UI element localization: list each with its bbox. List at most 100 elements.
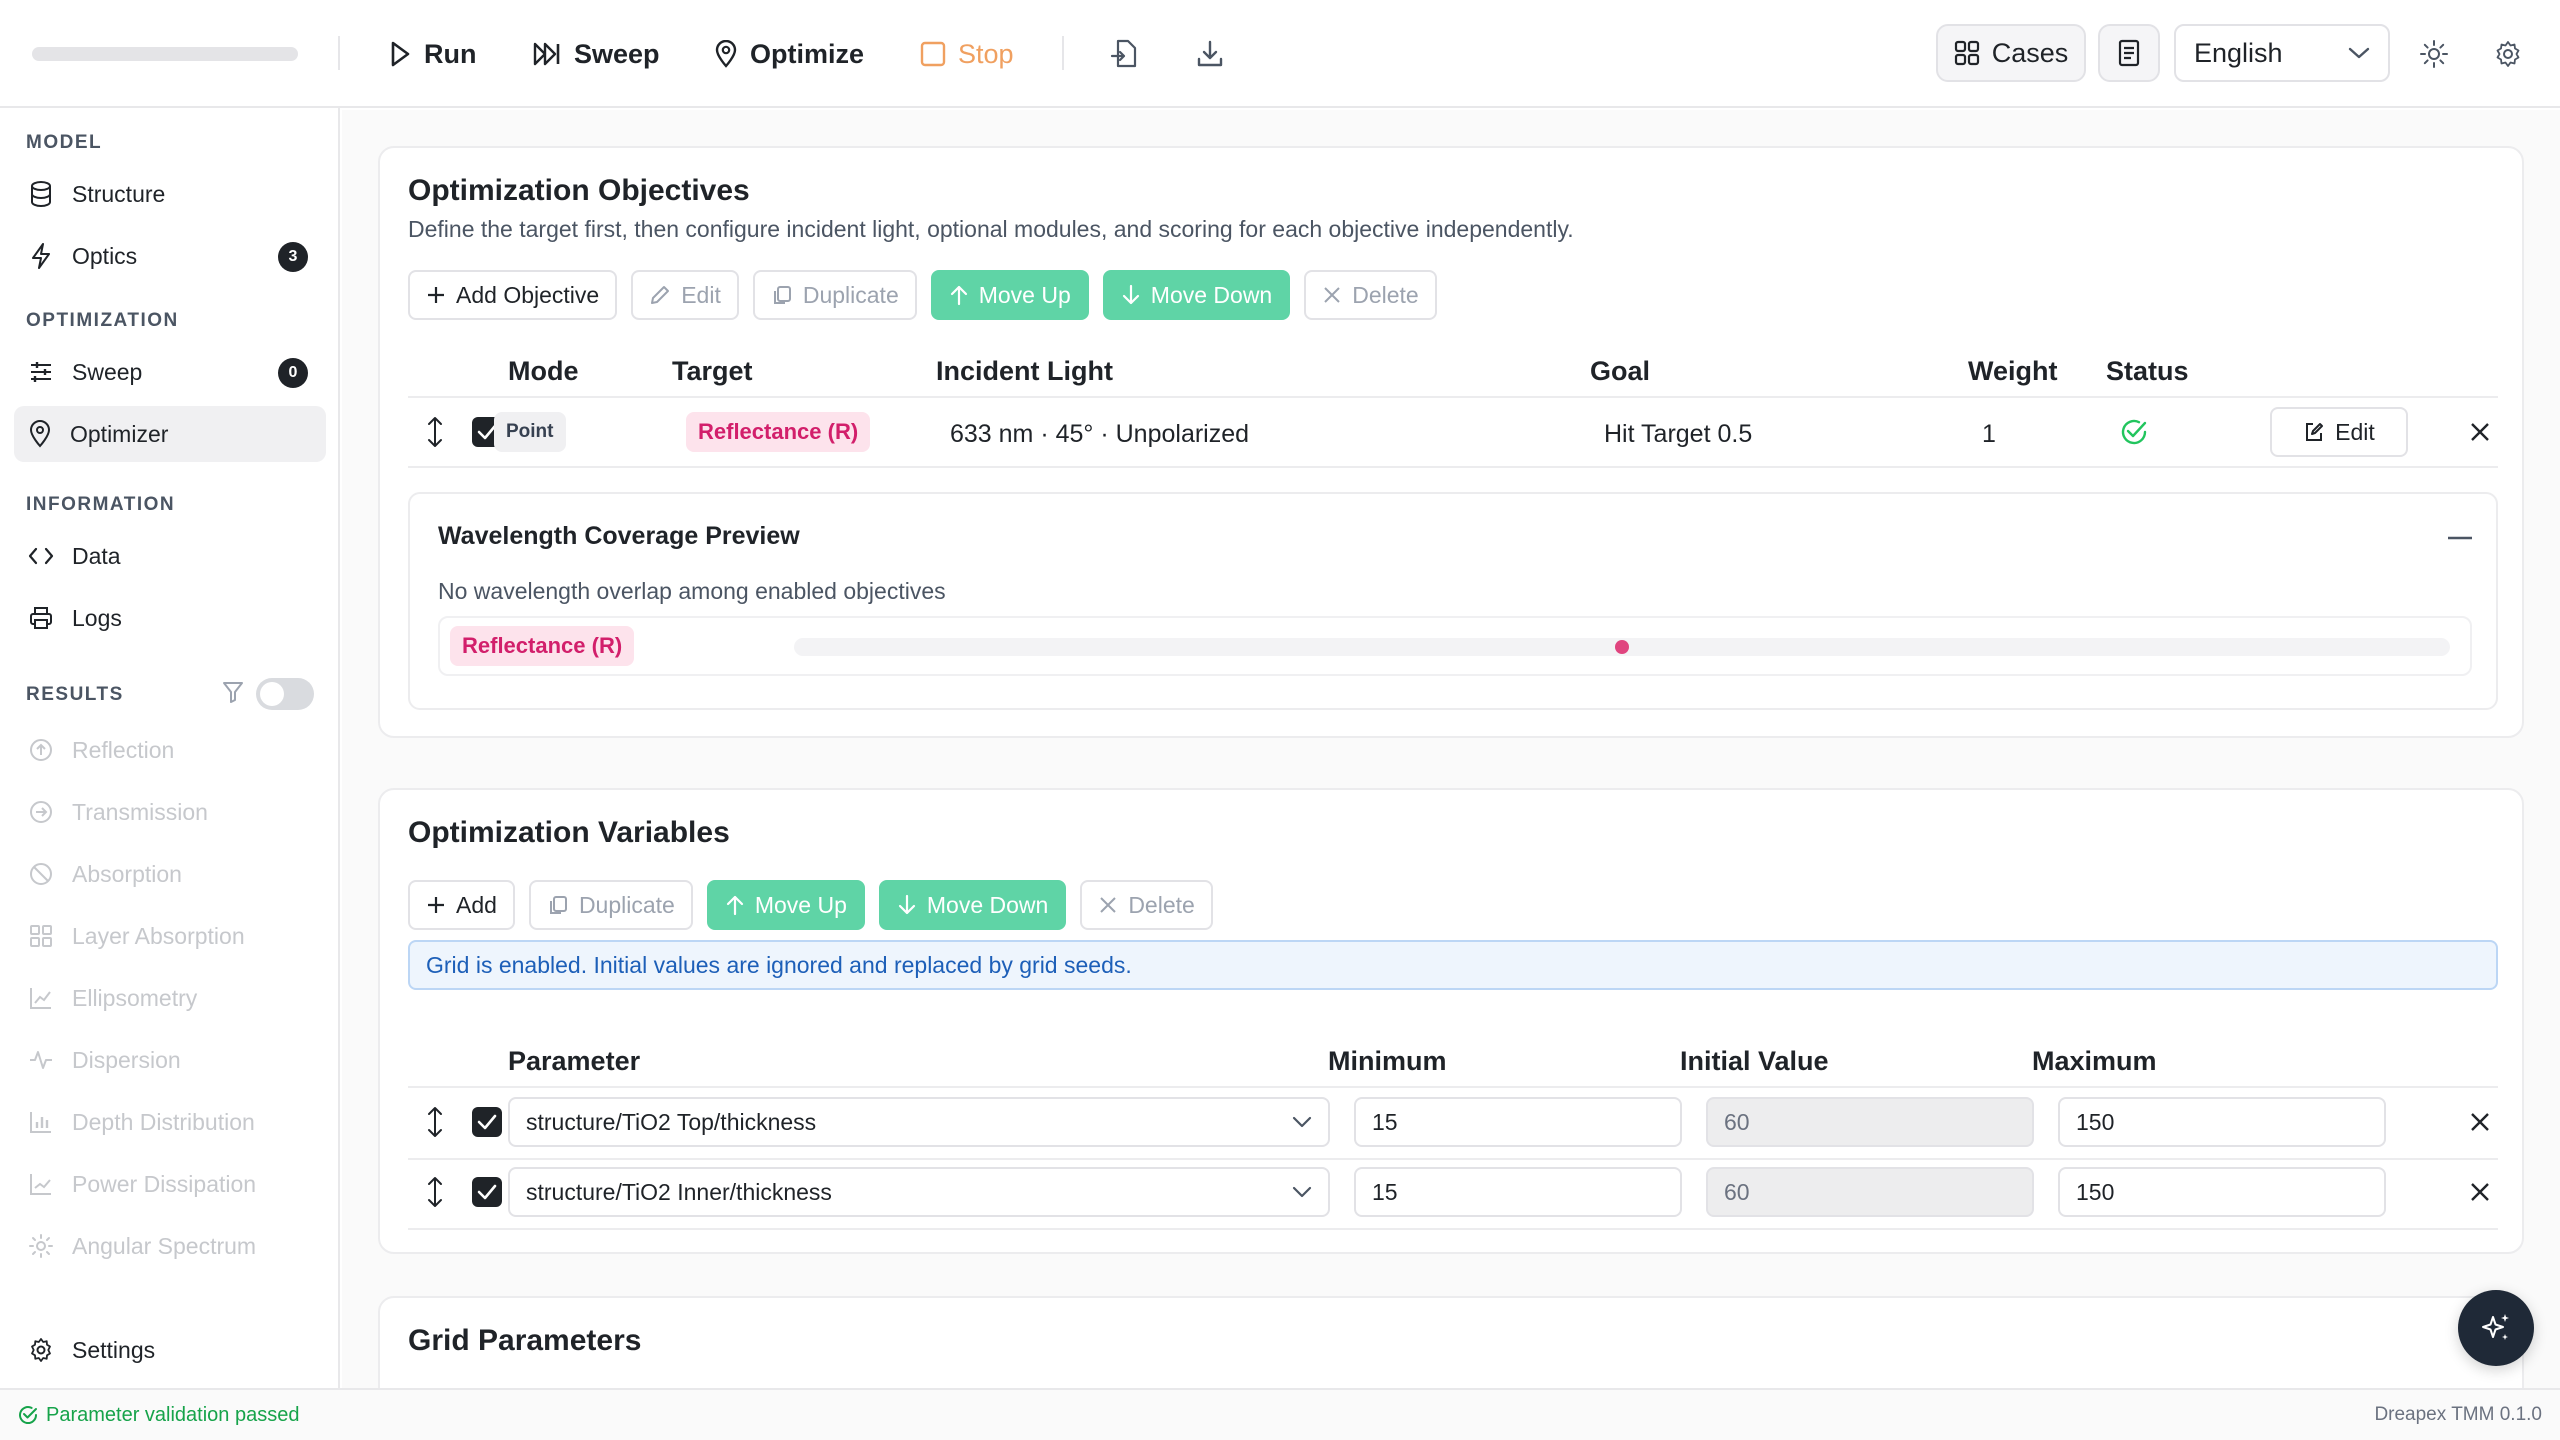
sidebar-item-optimizer[interactable]: Optimizer bbox=[14, 406, 326, 462]
stop-button[interactable]: Stop bbox=[920, 30, 1014, 78]
cases-button[interactable]: Cases bbox=[1936, 24, 2086, 82]
sidebar-item-label: Dispersion bbox=[72, 1046, 181, 1073]
add-variable-button[interactable]: Add bbox=[408, 880, 515, 930]
language-select[interactable]: English bbox=[2174, 24, 2390, 82]
sidebar-item-logs[interactable]: Logs bbox=[14, 590, 326, 646]
sidebar-item-dispersion[interactable]: Dispersion bbox=[14, 1032, 326, 1088]
move-up-objective-button[interactable]: Move Up bbox=[930, 270, 1089, 320]
move-up-variable-label: Move Up bbox=[754, 891, 847, 918]
drag-handle-icon[interactable] bbox=[424, 1176, 446, 1208]
minimum-input[interactable]: 15 bbox=[1354, 1167, 1682, 1217]
sidebar-item-optics[interactable]: Optics 3 bbox=[14, 228, 326, 284]
sidebar-item-structure[interactable]: Structure bbox=[14, 166, 326, 222]
sidebar-item-sweep[interactable]: Sweep 0 bbox=[14, 344, 326, 400]
notes-button[interactable] bbox=[2098, 24, 2160, 82]
sidebar: MODEL Structure Optics 3 OPTIMIZATION Sw… bbox=[0, 108, 340, 1414]
target-chip: Reflectance (R) bbox=[686, 412, 871, 452]
bar-chart-icon bbox=[28, 1109, 54, 1135]
app-version: Dreapex TMM 0.1.0 bbox=[2374, 1404, 2542, 1425]
document-icon bbox=[2117, 39, 2141, 67]
sidebar-item-ellipsometry[interactable]: Ellipsometry bbox=[14, 970, 326, 1026]
sidebar-item-label: Reflection bbox=[72, 736, 175, 763]
delete-variable-button[interactable]: Delete bbox=[1080, 880, 1213, 930]
optimize-label: Optimize bbox=[750, 38, 865, 69]
add-variable-label: Add bbox=[456, 891, 497, 918]
delete-objective-button[interactable]: Delete bbox=[1304, 270, 1437, 320]
maximum-input[interactable]: 150 bbox=[2058, 1167, 2386, 1217]
filter-icon[interactable] bbox=[222, 680, 244, 704]
sidebar-item-power-dissipation[interactable]: Power Dissipation bbox=[14, 1156, 326, 1212]
file-import-icon[interactable] bbox=[1104, 34, 1144, 74]
gear-icon bbox=[28, 1337, 54, 1363]
maximum-input[interactable]: 150 bbox=[2058, 1097, 2386, 1147]
download-icon[interactable] bbox=[1190, 34, 1230, 74]
move-up-variable-button[interactable]: Move Up bbox=[706, 880, 865, 930]
sparkles-icon bbox=[2479, 1311, 2513, 1345]
sidebar-item-absorption[interactable]: Absorption bbox=[14, 846, 326, 902]
remove-objective-icon[interactable] bbox=[2464, 416, 2496, 448]
table-divider bbox=[408, 396, 2498, 398]
code-icon bbox=[28, 544, 54, 568]
sidebar-item-angular-spectrum[interactable]: Angular Spectrum bbox=[14, 1218, 326, 1274]
chevron-down-icon bbox=[1292, 1186, 1312, 1198]
move-down-objective-button[interactable]: Move Down bbox=[1102, 270, 1291, 320]
initial-value-input: 60 bbox=[1706, 1167, 2034, 1217]
move-down-variable-button[interactable]: Move Down bbox=[878, 880, 1067, 930]
minimum-input[interactable]: 15 bbox=[1354, 1097, 1682, 1147]
variable-enabled-checkbox[interactable] bbox=[472, 1107, 502, 1137]
sidebar-item-reflection[interactable]: Reflection bbox=[14, 722, 326, 778]
stop-square-icon bbox=[920, 41, 946, 67]
run-button[interactable]: Run bbox=[388, 30, 476, 78]
lightning-icon bbox=[28, 242, 54, 270]
incident-light-value: 633 nm · 45° · Unpolarized bbox=[950, 420, 1250, 448]
sweep-button[interactable]: Sweep bbox=[532, 30, 660, 78]
sidebar-item-label: Settings bbox=[72, 1336, 156, 1363]
delete-objective-label: Delete bbox=[1352, 281, 1419, 308]
coverage-row: Reflectance (R) bbox=[438, 616, 2472, 676]
variables-title: Optimization Variables bbox=[408, 816, 730, 849]
parameter-select[interactable]: structure/TiO2 Inner/thickness bbox=[508, 1167, 1330, 1217]
cases-label: Cases bbox=[1991, 37, 2069, 68]
arrow-up-icon bbox=[949, 284, 969, 306]
move-down-variable-label: Move Down bbox=[926, 891, 1049, 918]
arrow-down-icon bbox=[897, 894, 917, 916]
duplicate-variable-button[interactable]: Duplicate bbox=[528, 880, 693, 930]
run-label: Run bbox=[424, 38, 477, 69]
move-up-objective-label: Move Up bbox=[978, 281, 1071, 308]
drag-handle-icon[interactable] bbox=[424, 1106, 446, 1138]
column-header-status: Status bbox=[2106, 356, 2189, 386]
remove-variable-icon[interactable] bbox=[2464, 1176, 2496, 1208]
ai-assistant-button[interactable] bbox=[2458, 1290, 2534, 1366]
sidebar-item-data[interactable]: Data bbox=[14, 528, 326, 584]
map-pin-icon bbox=[714, 40, 738, 68]
results-filter-toggle[interactable] bbox=[256, 678, 314, 710]
wavelength-coverage-panel: Wavelength Coverage Preview No wavelengt… bbox=[408, 492, 2498, 710]
edit-objective-button[interactable]: Edit bbox=[631, 270, 739, 320]
sun-icon[interactable] bbox=[2414, 34, 2454, 74]
duplicate-variable-label: Duplicate bbox=[578, 891, 675, 918]
sidebar-item-depth-distribution[interactable]: Depth Distribution bbox=[14, 1094, 326, 1150]
line-chart-icon bbox=[28, 985, 54, 1011]
sidebar-item-label: Structure bbox=[72, 180, 166, 207]
sidebar-item-layer-absorption[interactable]: Layer Absorption bbox=[14, 908, 326, 964]
main-content: Optimization Objectives Define the targe… bbox=[342, 110, 2560, 1388]
copy-icon bbox=[547, 894, 569, 916]
sidebar-item-settings[interactable]: Settings bbox=[14, 1322, 326, 1378]
reflection-icon bbox=[28, 737, 54, 763]
column-header-mode: Mode bbox=[508, 356, 579, 386]
pencil-icon bbox=[649, 284, 671, 306]
optimize-button[interactable]: Optimize bbox=[714, 30, 864, 78]
sidebar-item-transmission[interactable]: Transmission bbox=[14, 784, 326, 840]
drag-handle-icon[interactable] bbox=[424, 416, 446, 448]
duplicate-objective-button[interactable]: Duplicate bbox=[752, 270, 917, 320]
remove-variable-icon[interactable] bbox=[2464, 1106, 2496, 1138]
gear-icon[interactable] bbox=[2488, 34, 2528, 74]
section-label-results: RESULTS bbox=[26, 684, 124, 705]
parameter-select[interactable]: structure/TiO2 Top/thickness bbox=[508, 1097, 1330, 1147]
edit-row-button[interactable]: Edit bbox=[2270, 407, 2408, 457]
collapse-icon[interactable] bbox=[2444, 522, 2476, 554]
coverage-point bbox=[1615, 640, 1629, 654]
close-icon bbox=[1098, 895, 1118, 915]
add-objective-button[interactable]: Add Objective bbox=[408, 270, 618, 320]
variable-enabled-checkbox[interactable] bbox=[472, 1177, 502, 1207]
